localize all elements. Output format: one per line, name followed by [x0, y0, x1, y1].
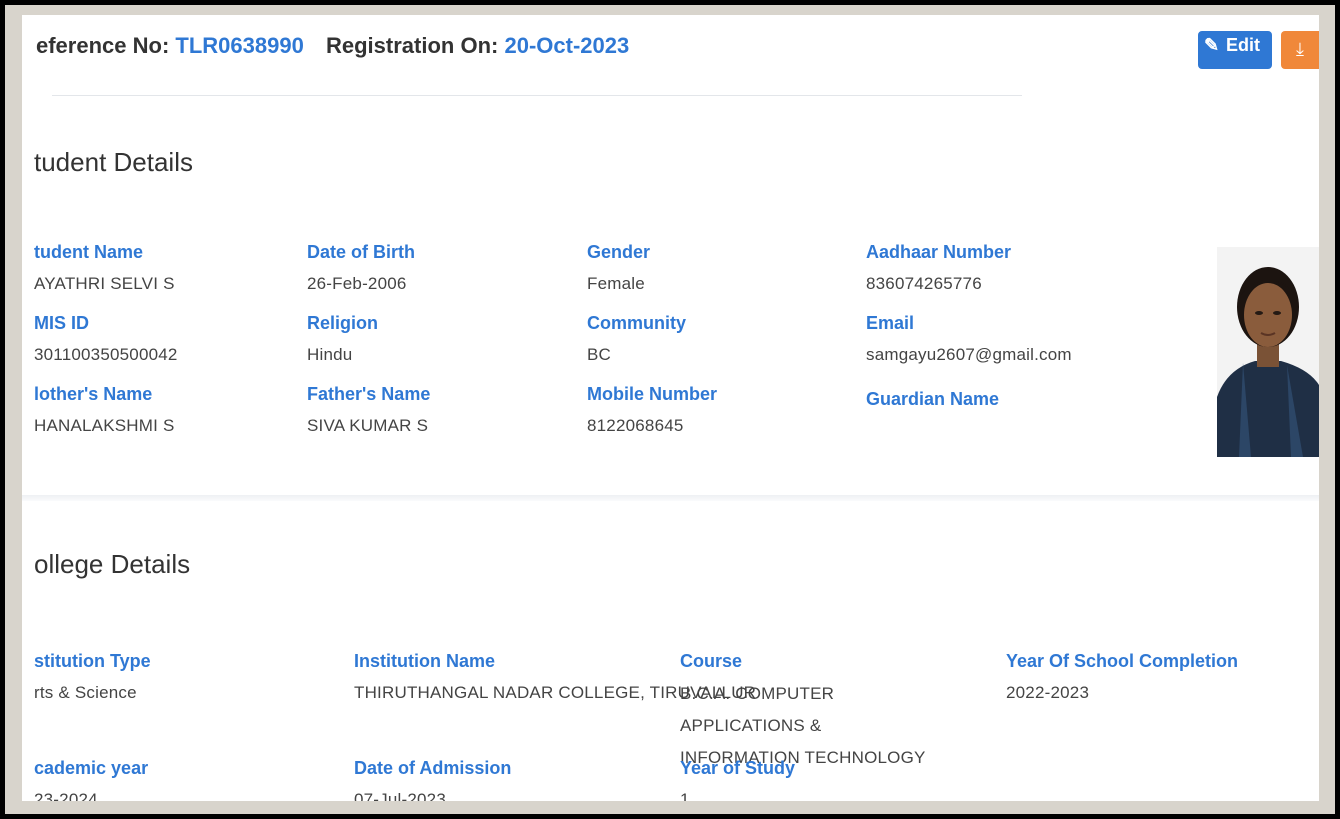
mother-name-label: lother's Name	[34, 384, 153, 404]
student-photo	[1217, 247, 1319, 457]
section-divider	[22, 495, 1319, 501]
reference-value: TLR0638990	[175, 33, 304, 58]
student-name-label: tudent Name	[34, 242, 144, 262]
pdf-icon: ⤓	[1296, 39, 1304, 59]
emis-id-value: 301100350500042	[34, 345, 178, 364]
emis-id-label: MIS ID	[34, 313, 90, 333]
pdf-button[interactable]: ⤓	[1281, 31, 1319, 69]
page-header: eference No: TLR0638990 Registration On:…	[22, 15, 1319, 95]
academic-year-label: cademic year	[34, 758, 149, 778]
gender-value: Female	[587, 274, 645, 293]
academic-year-value: 23-2024	[34, 790, 98, 801]
father-name-label: Father's Name	[307, 384, 431, 404]
edit-label: Edit	[1226, 35, 1260, 55]
screenshot-frame: eference No: TLR0638990 Registration On:…	[5, 5, 1335, 814]
gender-label: Gender	[587, 242, 651, 262]
reference-label: eference No:	[36, 33, 170, 58]
student-name-value: AYATHRI SELVI S	[34, 274, 175, 293]
student-photo-image	[1217, 247, 1319, 457]
school-completion-year-label: Year Of School Completion	[1006, 651, 1239, 671]
mother-name-value: HANALAKSHMI S	[34, 416, 175, 435]
reference-number: eference No: TLR0638990	[36, 33, 304, 59]
institution-name-label: Institution Name	[354, 651, 496, 671]
header-divider	[52, 95, 1022, 96]
school-completion-year-value: 2022-2023	[1006, 683, 1090, 702]
year-of-study-value: 1	[680, 790, 690, 801]
dob-label: Date of Birth	[307, 242, 415, 262]
aadhaar-value: 836074265776	[866, 274, 982, 293]
registration-date: Registration On: 20-Oct-2023	[326, 33, 629, 59]
institution-type-label: stitution Type	[34, 651, 151, 671]
pencil-icon: ✎	[1204, 35, 1220, 55]
community-label: Community	[587, 313, 686, 333]
email-label: Email	[866, 313, 915, 333]
college-details-title: ollege Details	[34, 549, 191, 579]
student-details-title: tudent Details	[34, 147, 193, 177]
mobile-number-value: 8122068645	[587, 416, 684, 435]
email-value: samgayu2607@gmail.com	[866, 345, 1072, 364]
religion-value: Hindu	[307, 345, 353, 364]
mobile-number-label: Mobile Number	[587, 384, 718, 404]
edit-button[interactable]: ✎ Edit	[1198, 31, 1272, 69]
admission-date-label: Date of Admission	[354, 758, 512, 778]
admission-date-value: 07-Jul-2023	[354, 790, 446, 801]
year-of-study-label: Year of Study	[680, 758, 796, 778]
community-value: BC	[587, 345, 612, 364]
dob-value: 26-Feb-2006	[307, 274, 407, 293]
religion-label: Religion	[307, 313, 378, 333]
student-profile-page: eference No: TLR0638990 Registration On:…	[22, 15, 1319, 801]
institution-type-value: rts & Science	[34, 683, 137, 702]
guardian-name-label: Guardian Name	[866, 389, 1000, 409]
registration-value: 20-Oct-2023	[504, 33, 630, 58]
registration-label: Registration On:	[326, 33, 499, 58]
course-label: Course	[680, 651, 743, 671]
father-name-value: SIVA KUMAR S	[307, 416, 429, 435]
aadhaar-label: Aadhaar Number	[866, 242, 1012, 262]
